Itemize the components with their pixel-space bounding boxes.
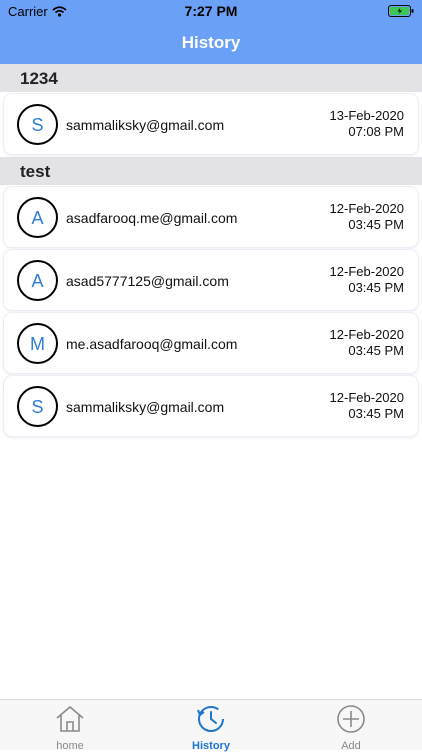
battery-icon xyxy=(388,5,414,17)
date-text: 12-Feb-2020 xyxy=(329,201,404,216)
history-row[interactable]: S sammaliksky@gmail.com 12-Feb-2020 03:4… xyxy=(4,376,418,436)
tab-add[interactable]: Add xyxy=(306,704,396,752)
time-text: 03:45 PM xyxy=(348,217,404,232)
timestamp: 12-Feb-2020 03:45 PM xyxy=(330,201,404,233)
tab-home-label: home xyxy=(56,740,84,752)
history-icon xyxy=(197,706,224,732)
email-text: sammaliksky@gmail.com xyxy=(66,117,225,133)
timestamp: 12-Feb-2020 03:45 PM xyxy=(330,327,404,359)
header: Carrier 7:27 PM History xyxy=(0,0,422,64)
email-text: asadfarooq.me@gmail.com xyxy=(66,210,238,226)
date-text: 12-Feb-2020 xyxy=(329,390,404,405)
date-text: 12-Feb-2020 xyxy=(329,327,404,342)
page-title: History xyxy=(181,33,241,52)
tab-bar: home History Add xyxy=(0,699,422,752)
tab-history-label: History xyxy=(192,740,230,752)
add-icon xyxy=(337,705,365,733)
avatar: S xyxy=(17,386,58,427)
history-row[interactable]: A asad5777125@gmail.com 12-Feb-2020 03:4… xyxy=(4,250,418,310)
tab-history[interactable]: History xyxy=(166,704,256,752)
date-text: 13-Feb-2020 xyxy=(329,108,404,123)
date-text: 12-Feb-2020 xyxy=(329,264,404,279)
email-text: sammaliksky@gmail.com xyxy=(66,399,225,415)
timestamp: 12-Feb-2020 03:45 PM xyxy=(330,264,404,296)
home-icon xyxy=(56,706,84,732)
avatar: A xyxy=(17,260,58,301)
status-time: 7:27 PM xyxy=(184,3,238,19)
time-text: 03:45 PM xyxy=(348,280,404,295)
email-text: me.asadfarooq@gmail.com xyxy=(66,336,238,352)
avatar: S xyxy=(17,104,58,145)
timestamp: 13-Feb-2020 07:08 PM xyxy=(330,108,404,140)
time-text: 03:45 PM xyxy=(348,406,404,421)
timestamp: 12-Feb-2020 03:45 PM xyxy=(330,390,404,422)
avatar: M xyxy=(17,323,58,364)
history-row[interactable]: A asadfarooq.me@gmail.com 12-Feb-2020 03… xyxy=(4,187,418,247)
section-header: 1234 xyxy=(0,64,422,92)
email-text: asad5777125@gmail.com xyxy=(66,273,229,289)
time-text: 03:45 PM xyxy=(348,343,404,358)
tab-add-label: Add xyxy=(341,740,361,752)
tab-home[interactable]: home xyxy=(25,704,115,752)
history-list: 1234 S sammaliksky@gmail.com 13-Feb-2020… xyxy=(0,64,422,439)
history-row[interactable]: S sammaliksky@gmail.com 13-Feb-2020 07:0… xyxy=(4,94,418,154)
time-text: 07:08 PM xyxy=(348,124,404,139)
status-bar: Carrier 7:27 PM xyxy=(0,0,422,22)
history-row[interactable]: M me.asadfarooq@gmail.com 12-Feb-2020 03… xyxy=(4,313,418,373)
section-header: test xyxy=(0,157,422,185)
avatar: A xyxy=(17,197,58,238)
